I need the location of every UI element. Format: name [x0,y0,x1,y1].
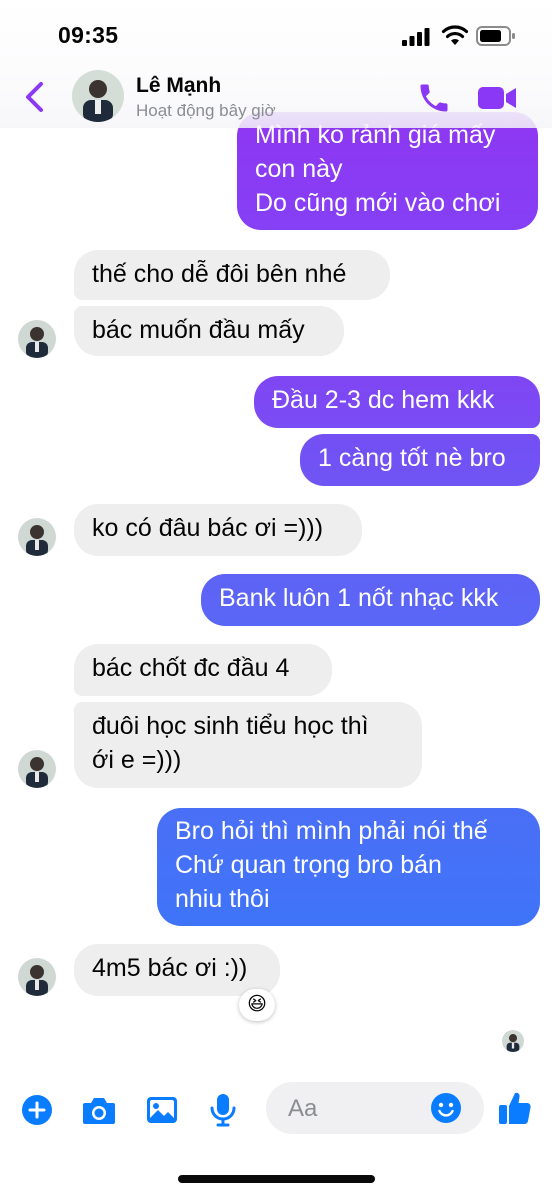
cellular-signal-icon [401,28,431,46]
message-input-field[interactable] [266,1082,484,1134]
message-incoming[interactable]: thế cho dễ đôi bên nhé [74,250,390,300]
plus-icon[interactable] [21,1094,53,1126]
contact-avatar [18,518,56,556]
status-bar: 09:35 [0,0,552,70]
camera-icon[interactable] [81,1094,117,1126]
contact-avatar[interactable] [72,70,124,122]
phone-icon[interactable] [416,80,452,116]
gallery-icon[interactable] [145,1094,179,1126]
message-incoming[interactable]: 4m5 bác ơi :)) [74,944,280,996]
message-input[interactable] [286,1091,440,1127]
battery-icon [476,26,516,46]
conversation-area[interactable]: Mình ko rảnh giá mấy con này Do cũng mới… [0,0,552,1070]
contact-name[interactable]: Lê Mạnh [136,74,221,98]
thumbs-up-icon[interactable] [498,1090,532,1126]
contact-activity-status: Hoạt động bây giờ [136,101,276,120]
status-time: 09:35 [58,22,119,48]
reaction-badge[interactable]: 😆 [239,989,275,1021]
message-incoming[interactable]: ko có đâu bác ơi =))) [74,504,362,556]
home-indicator[interactable] [178,1175,375,1183]
contact-avatar [18,320,56,358]
seen-receipt-avatar [502,1030,524,1052]
wifi-icon [441,24,469,46]
message-incoming[interactable]: bác muốn đầu mấy [74,306,344,356]
laughing-emoji-icon: 😆 [247,994,267,1015]
message-incoming[interactable]: đuôi học sinh tiểu học thì ới e =))) [74,702,422,788]
emoji-icon[interactable] [430,1092,462,1124]
message-outgoing[interactable]: Bro hỏi thì mình phải nói thế Chứ quan t… [157,808,540,926]
message-outgoing[interactable]: Đầu 2-3 dc hem kkk [254,376,540,428]
message-outgoing[interactable]: 1 càng tốt nè bro [300,434,540,486]
contact-avatar [18,958,56,996]
video-camera-icon[interactable] [476,82,518,114]
microphone-icon[interactable] [209,1092,237,1128]
message-outgoing[interactable]: Bank luôn 1 nốt nhạc kkk [201,574,540,626]
back-icon[interactable] [22,80,48,114]
message-incoming[interactable]: bác chốt đc đầu 4 [74,644,332,696]
message-outgoing[interactable]: Mình ko rảnh giá mấy con này Do cũng mới… [237,112,538,230]
contact-avatar [18,750,56,788]
